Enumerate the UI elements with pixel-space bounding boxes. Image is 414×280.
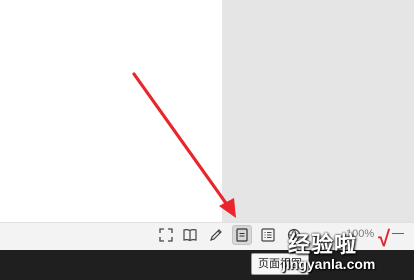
reading-view-button[interactable] [180, 225, 200, 245]
document-workspace [222, 0, 414, 222]
zoom-level[interactable]: 100% [346, 228, 374, 240]
page-view-icon [236, 228, 248, 242]
outline-view-icon [261, 228, 275, 242]
reading-view-icon [183, 229, 197, 242]
document-page[interactable] [0, 0, 222, 222]
page-view-button[interactable] [232, 225, 252, 245]
fullscreen-icon [159, 228, 173, 242]
page-view-tooltip: 页面视图 [251, 253, 309, 275]
taskbar [0, 250, 414, 280]
outline-view-button[interactable] [258, 225, 278, 245]
pen-button[interactable] [206, 225, 226, 245]
web-view-icon [287, 228, 301, 242]
fullscreen-button[interactable] [156, 225, 176, 245]
zoom-out-icon[interactable] [392, 233, 404, 234]
pen-icon [210, 229, 222, 241]
web-view-button[interactable] [284, 225, 304, 245]
